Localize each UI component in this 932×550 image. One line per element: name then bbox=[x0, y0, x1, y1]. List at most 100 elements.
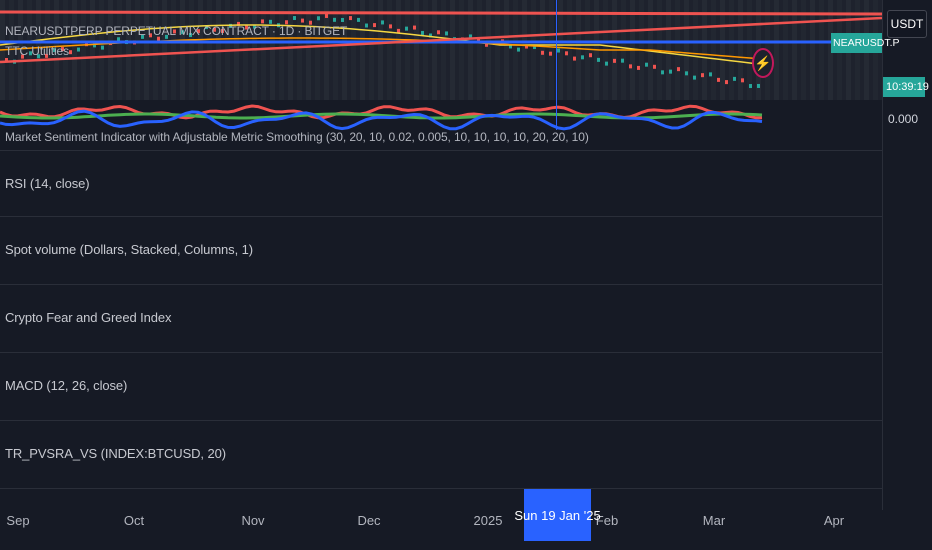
background-stripe bbox=[351, 0, 356, 100]
background-stripe bbox=[288, 0, 293, 100]
background-stripe bbox=[171, 0, 176, 100]
candle bbox=[597, 57, 600, 62]
background-stripe bbox=[468, 0, 473, 100]
background-stripe bbox=[504, 0, 509, 100]
pvsra-pane[interactable]: TR_PVSRA_VS (INDEX:BTCUSD, 20) bbox=[0, 420, 882, 489]
symbol-title[interactable]: NEARUSDTPERP PERPETUAL MIX CONTRACT · 1D… bbox=[5, 24, 347, 38]
candle bbox=[517, 47, 520, 52]
price-chart[interactable] bbox=[0, 0, 882, 100]
candle bbox=[77, 47, 80, 52]
symbol-price-tag: NEARUSDT.P bbox=[831, 33, 900, 53]
candle bbox=[629, 64, 632, 69]
time-label-apr: Apr bbox=[823, 513, 845, 528]
candle bbox=[741, 78, 744, 83]
fear-greed-title[interactable]: Crypto Fear and Greed Index bbox=[5, 310, 171, 325]
spot-volume-pane[interactable]: Spot volume (Dollars, Stacked, Columns, … bbox=[0, 216, 882, 285]
background-stripe bbox=[198, 0, 203, 100]
background-stripe bbox=[396, 0, 401, 100]
background-stripe bbox=[432, 0, 437, 100]
background-stripe bbox=[297, 0, 302, 100]
currency-button[interactable]: USDT bbox=[887, 10, 927, 38]
background-stripe bbox=[315, 0, 320, 100]
background-stripe bbox=[567, 0, 572, 100]
background-stripe bbox=[144, 0, 149, 100]
background-stripe bbox=[369, 0, 374, 100]
candle bbox=[645, 62, 648, 67]
ttc-utilities-label[interactable]: TTC Utilities bbox=[5, 44, 69, 58]
background-stripe bbox=[99, 0, 104, 100]
candle bbox=[709, 72, 712, 77]
candle bbox=[405, 26, 408, 31]
candle bbox=[725, 80, 728, 85]
background-stripe bbox=[108, 0, 113, 100]
candle bbox=[333, 17, 336, 22]
rsi-title[interactable]: RSI (14, close) bbox=[5, 176, 90, 191]
time-label-oct: Oct bbox=[123, 513, 145, 528]
background-stripe bbox=[486, 0, 491, 100]
candle bbox=[325, 13, 328, 18]
candle bbox=[389, 24, 392, 29]
time-axis[interactable]: Sep Oct Nov Dec 2025 Feb Mar Apr Sun 19 … bbox=[0, 488, 882, 550]
background-stripe bbox=[162, 0, 167, 100]
background-stripe bbox=[576, 0, 581, 100]
background-stripe bbox=[153, 0, 158, 100]
candle bbox=[421, 30, 424, 35]
candle bbox=[101, 45, 104, 50]
candle bbox=[365, 23, 368, 28]
background-stripe bbox=[270, 0, 275, 100]
candle bbox=[381, 20, 384, 25]
candle bbox=[69, 50, 72, 55]
price-pane[interactable]: NEARUSDTPERP PERPETUAL MIX CONTRACT · 1D… bbox=[0, 0, 882, 100]
time-label-dec: Dec bbox=[357, 513, 381, 528]
fear-greed-pane[interactable]: Crypto Fear and Greed Index bbox=[0, 284, 882, 353]
candle bbox=[373, 23, 376, 28]
spot-volume-title[interactable]: Spot volume (Dollars, Stacked, Columns, … bbox=[5, 242, 253, 257]
background-stripe bbox=[423, 0, 428, 100]
background-stripe bbox=[342, 0, 347, 100]
background-stripe bbox=[477, 0, 482, 100]
background-stripe bbox=[531, 0, 536, 100]
candle bbox=[317, 16, 320, 21]
background-stripe bbox=[459, 0, 464, 100]
background-stripe bbox=[441, 0, 446, 100]
background-stripe bbox=[405, 0, 410, 100]
candle bbox=[261, 19, 264, 24]
candle bbox=[733, 76, 736, 81]
macd-pane[interactable]: MACD (12, 26, close) bbox=[0, 352, 882, 421]
candle bbox=[301, 18, 304, 23]
candle bbox=[685, 71, 688, 76]
candle bbox=[621, 58, 624, 63]
candle bbox=[541, 50, 544, 55]
countdown-tag: 10:39:19 bbox=[883, 77, 929, 97]
sentiment-pane[interactable]: Market Sentiment Indicator with Adjustab… bbox=[0, 100, 882, 148]
candle bbox=[605, 61, 608, 66]
bolt-icon[interactable]: ⚡ bbox=[752, 48, 774, 78]
candle bbox=[613, 58, 616, 63]
candle bbox=[341, 17, 344, 22]
rsi-pane[interactable]: RSI (14, close) bbox=[0, 150, 882, 219]
background-stripe bbox=[450, 0, 455, 100]
sentiment-zero-label: 0.000 bbox=[888, 112, 919, 126]
crosshair-time-label: Sun 19 Jan '25 bbox=[514, 489, 601, 541]
candle bbox=[357, 17, 360, 22]
macd-title[interactable]: MACD (12, 26, close) bbox=[5, 378, 127, 393]
time-label-mar: Mar bbox=[702, 513, 726, 528]
candle bbox=[293, 16, 296, 21]
background-stripe bbox=[126, 0, 131, 100]
candle bbox=[677, 67, 680, 72]
background-stripe bbox=[180, 0, 185, 100]
candle bbox=[637, 65, 640, 70]
background-stripe bbox=[207, 0, 212, 100]
background-stripe bbox=[522, 0, 527, 100]
background-stripe bbox=[135, 0, 140, 100]
background-stripe bbox=[90, 0, 95, 100]
time-label-2025: 2025 bbox=[473, 513, 503, 528]
candle bbox=[349, 16, 352, 21]
background-stripe bbox=[279, 0, 284, 100]
sentiment-title[interactable]: Market Sentiment Indicator with Adjustab… bbox=[5, 130, 589, 144]
candle bbox=[589, 53, 592, 58]
candle bbox=[581, 55, 584, 60]
candle bbox=[757, 83, 760, 88]
background-stripe bbox=[549, 0, 554, 100]
pvsra-title[interactable]: TR_PVSRA_VS (INDEX:BTCUSD, 20) bbox=[5, 446, 226, 461]
